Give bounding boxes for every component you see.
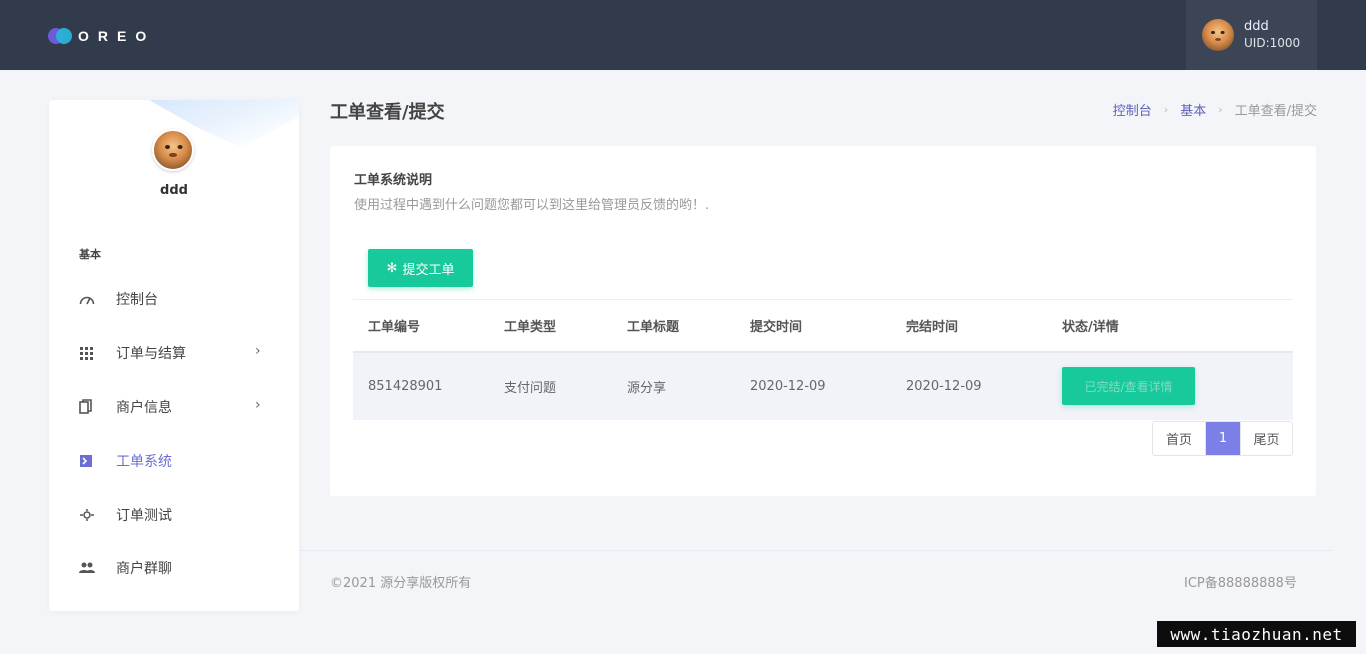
breadcrumb-separator-icon: › xyxy=(1163,103,1169,116)
user-menu[interactable]: ddd UID:1000 xyxy=(1186,0,1317,70)
ticket-title-cell: 源分享 xyxy=(627,351,750,420)
view-detail-button[interactable]: 已完结/查看详情 xyxy=(1062,367,1195,405)
breadcrumb-link-basic[interactable]: 基本 xyxy=(1180,100,1206,119)
top-navbar: OREO ddd UID:1000 xyxy=(0,0,1366,70)
sidebar-item-orders[interactable]: 订单与结算 › xyxy=(79,341,279,365)
breadcrumb-separator-icon: › xyxy=(1218,103,1223,116)
footer-divider xyxy=(299,550,1333,551)
user-name: ddd xyxy=(1244,19,1269,34)
terminal-icon xyxy=(79,454,101,468)
asterisk-icon: ✻ xyxy=(386,260,398,276)
logo-text: OREO xyxy=(78,28,156,44)
column-header: 完结时间 xyxy=(906,299,1062,353)
breadcrumb: 控制台 › 基本 › 工单查看/提交 xyxy=(1113,100,1317,119)
column-header: 工单编号 xyxy=(353,299,504,353)
chevron-right-icon: › xyxy=(255,397,261,413)
profile-name: ddd xyxy=(160,183,188,198)
sidebar-item-group-chat[interactable]: 商户群聊 xyxy=(79,556,279,580)
ticket-table-container: 工单编号 工单类型 工单标题 提交时间 完结时间 状态/详情 851428901… xyxy=(353,299,1293,420)
chevron-right-icon: › xyxy=(255,343,261,359)
sidebar-item-label: 工单系统 xyxy=(116,454,172,470)
footer-copyright: ©2021 源分享版权所有 xyxy=(330,576,472,591)
submit-ticket-label: 提交工单 xyxy=(402,262,455,278)
sidebar-item-order-test[interactable]: 订单测试 xyxy=(79,503,279,527)
sidebar-item-merchant-info[interactable]: 商户信息 › xyxy=(79,395,279,419)
sidebar-item-label: 控制台 xyxy=(116,292,158,308)
sidebar: ddd 基本 控制台 订单与结算 › 商户信息 › 工单系统 订单测试 商户群聊 xyxy=(49,100,299,611)
table-row: 851428901 支付问题 源分享 2020-12-09 2020-12-09… xyxy=(353,351,1293,420)
sidebar-section-label: 基本 xyxy=(79,248,101,261)
sidebar-item-dashboard[interactable]: 控制台 xyxy=(79,287,279,311)
column-header: 提交时间 xyxy=(750,299,906,353)
ticket-table: 工单编号 工单类型 工单标题 提交时间 完结时间 状态/详情 851428901… xyxy=(353,299,1293,420)
ticket-id-cell: 851428901 xyxy=(353,351,504,420)
dial-icon xyxy=(79,508,101,522)
sidebar-item-label: 订单测试 xyxy=(116,508,172,524)
sidebar-item-tickets[interactable]: 工单系统 xyxy=(79,449,279,473)
table-header-row: 工单编号 工单类型 工单标题 提交时间 完结时间 状态/详情 xyxy=(353,299,1293,353)
status-cell: 已完结/查看详情 xyxy=(1062,351,1293,420)
column-header: 工单类型 xyxy=(504,299,627,353)
brand-logo[interactable]: OREO xyxy=(48,26,155,46)
sidebar-item-label: 商户信息 xyxy=(116,400,172,416)
copy-icon xyxy=(79,399,101,415)
logo-mark-icon xyxy=(48,27,74,45)
submit-time-cell: 2020-12-09 xyxy=(750,351,906,420)
submit-ticket-button[interactable]: ✻ 提交工单 xyxy=(368,249,473,287)
card-title: 工单系统说明 xyxy=(354,173,433,188)
card-description: 使用过程中遇到什么问题您都可以到这里给管理员反馈的哟！. xyxy=(354,198,710,213)
breadcrumb-current: 工单查看/提交 xyxy=(1234,104,1317,119)
pagination: 首页 1 尾页 xyxy=(1152,421,1293,456)
breadcrumb-link-dashboard[interactable]: 控制台 xyxy=(1113,100,1152,119)
footer-icp[interactable]: ICP备88888888号 xyxy=(1184,572,1297,591)
dashboard-icon xyxy=(79,293,101,305)
user-uid: UID:1000 xyxy=(1244,36,1301,50)
grid-icon xyxy=(79,346,101,360)
sidebar-item-label: 商户群聊 xyxy=(116,561,172,577)
watermark: www.tiaozhuan.net xyxy=(1157,621,1356,647)
pagination-first-button[interactable]: 首页 xyxy=(1153,422,1206,455)
column-header: 状态/详情 xyxy=(1062,299,1293,353)
page-title: 工单查看/提交 xyxy=(330,102,445,123)
column-header: 工单标题 xyxy=(627,299,750,353)
ticket-type-cell: 支付问题 xyxy=(504,351,627,420)
profile-avatar[interactable] xyxy=(152,129,194,171)
sidebar-item-label: 订单与结算 xyxy=(116,346,186,362)
pagination-last-button[interactable]: 尾页 xyxy=(1240,422,1292,455)
users-icon xyxy=(79,562,101,574)
user-avatar xyxy=(1202,19,1234,51)
complete-time-cell: 2020-12-09 xyxy=(906,351,1062,420)
ticket-card: 工单系统说明 使用过程中遇到什么问题您都可以到这里给管理员反馈的哟！. ✻ 提交… xyxy=(330,146,1316,496)
pagination-page-1[interactable]: 1 xyxy=(1206,422,1240,455)
